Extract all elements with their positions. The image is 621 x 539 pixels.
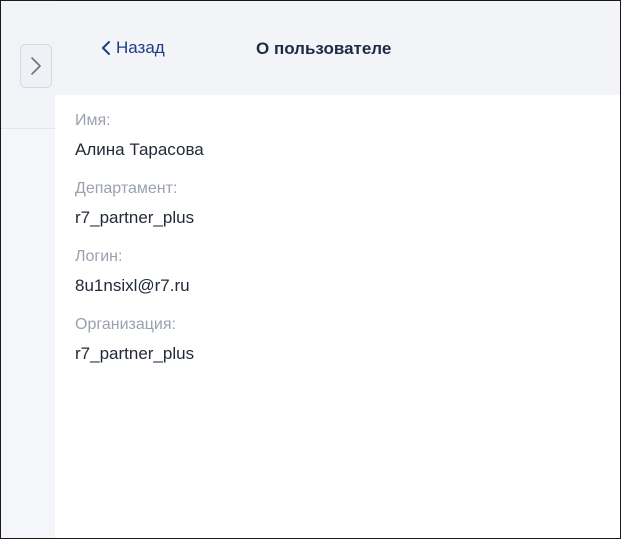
chevron-left-icon: [102, 41, 110, 55]
field-label: Департамент:: [75, 180, 178, 197]
expand-sidebar-button[interactable]: [20, 44, 52, 88]
collapsed-sidebar: [1, 1, 55, 538]
field-value: r7_partner_plus: [75, 344, 195, 363]
field-department: Департамент: r7_partner_plus: [75, 179, 204, 229]
page-title: О пользователе: [256, 39, 392, 58]
back-button[interactable]: Назад: [101, 38, 165, 58]
field-login: Логин: 8u1nsixl@r7.ru: [75, 247, 204, 297]
chevron-right-icon: [31, 57, 41, 75]
field-organization: Организация: r7_partner_plus: [75, 315, 204, 365]
back-button-label: Назад: [116, 38, 165, 57]
field-label: Логин:: [75, 248, 123, 265]
field-value: 8u1nsixl@r7.ru: [75, 276, 190, 295]
user-info-panel: Назад О пользователе Имя: Алина Тарасова…: [0, 0, 621, 539]
panel-header: Назад О пользователе: [55, 1, 620, 95]
field-value: Алина Тарасова: [75, 140, 204, 159]
field-label: Организация:: [75, 316, 176, 333]
field-value: r7_partner_plus: [75, 208, 195, 227]
field-label: Имя:: [75, 112, 111, 129]
user-details: Имя: Алина Тарасова Департамент: r7_part…: [75, 111, 204, 383]
field-name: Имя: Алина Тарасова: [75, 111, 204, 161]
